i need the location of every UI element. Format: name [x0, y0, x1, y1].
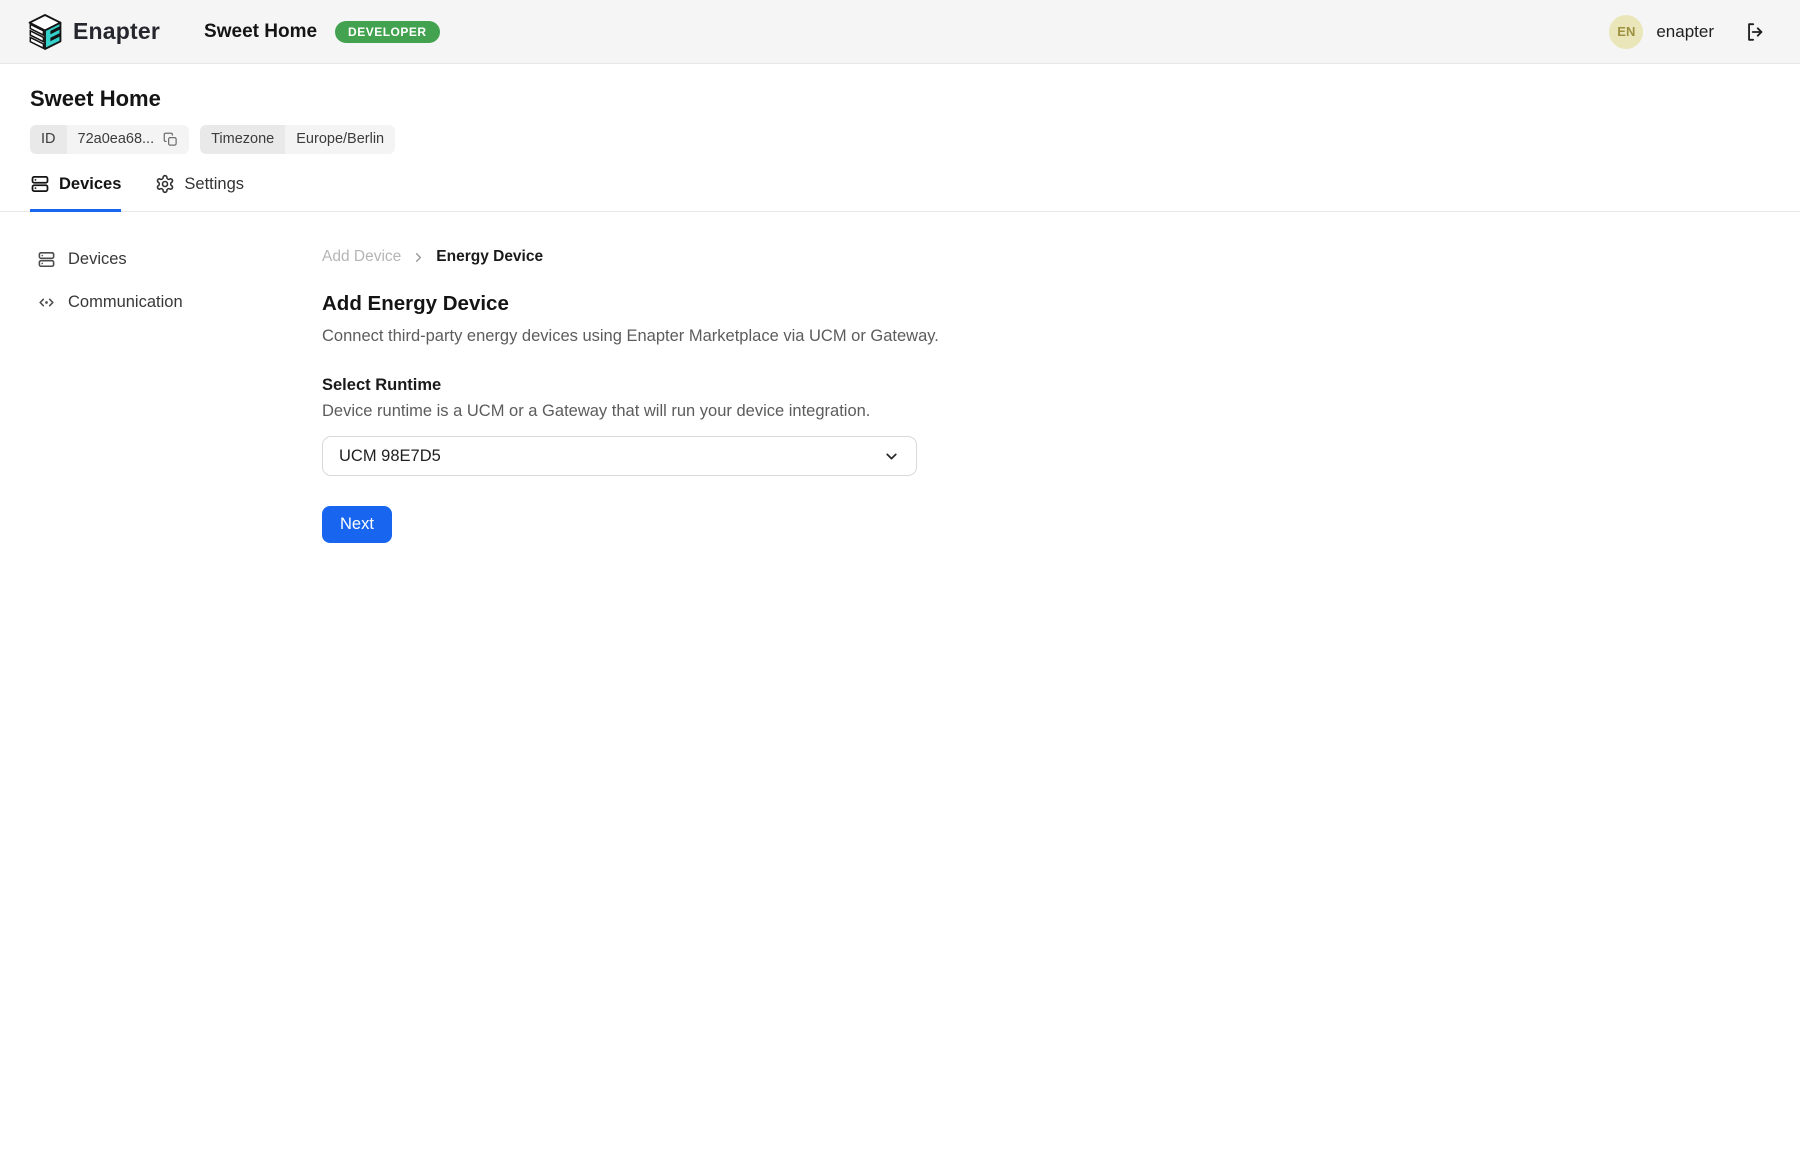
- top-header: Enapter Sweet Home DEVELOPER EN enapter: [0, 0, 1800, 64]
- runtime-field: Select Runtime Device runtime is a UCM o…: [322, 376, 1800, 476]
- runtime-field-help: Device runtime is a UCM or a Gateway tha…: [322, 402, 1800, 421]
- top-header-right: EN enapter: [1609, 15, 1768, 49]
- site-id-chip-label: ID: [30, 125, 67, 154]
- enapter-logo[interactable]: Enapter: [28, 13, 160, 51]
- devices-stack-icon: [30, 174, 50, 194]
- sidebar-item-communication-label: Communication: [68, 293, 183, 312]
- site-id-chip-value: 72a0ea68...: [78, 132, 155, 147]
- logout-button[interactable]: [1742, 19, 1768, 45]
- site-id-chip-value-wrap: 72a0ea68...: [67, 125, 190, 154]
- page-title: Sweet Home: [30, 86, 1770, 112]
- chevron-down-icon: [883, 448, 900, 465]
- timezone-chip-value: Europe/Berlin: [285, 125, 395, 154]
- sidebar-item-communication[interactable]: Communication: [37, 293, 322, 312]
- tab-settings-label: Settings: [184, 175, 244, 194]
- code-icon: [37, 293, 56, 312]
- add-energy-device-description: Connect third-party energy devices using…: [322, 327, 1800, 346]
- tab-settings[interactable]: Settings: [155, 174, 244, 212]
- brand-name: Enapter: [73, 18, 160, 45]
- copy-icon: [163, 132, 178, 147]
- user-avatar[interactable]: EN: [1609, 15, 1643, 49]
- runtime-field-label: Select Runtime: [322, 376, 1800, 395]
- page-body: Devices Communication Add Device Energy …: [0, 212, 1800, 543]
- top-header-left: Enapter Sweet Home DEVELOPER: [28, 13, 440, 51]
- runtime-select-value: UCM 98E7D5: [339, 447, 441, 466]
- site-id-chip: ID 72a0ea68...: [30, 125, 189, 154]
- logout-icon: [1744, 21, 1766, 43]
- enapter-logo-icon: [28, 13, 62, 51]
- breadcrumb: Add Device Energy Device: [322, 248, 1800, 266]
- copy-id-button[interactable]: [163, 132, 178, 147]
- runtime-select[interactable]: UCM 98E7D5: [322, 436, 917, 476]
- site-name: Sweet Home: [204, 21, 317, 43]
- sidebar: Devices Communication: [0, 212, 322, 336]
- add-energy-device-heading: Add Energy Device: [322, 292, 1800, 316]
- gear-icon: [155, 174, 175, 194]
- timezone-chip-label: Timezone: [200, 125, 285, 154]
- sidebar-item-devices[interactable]: Devices: [37, 250, 322, 269]
- next-button[interactable]: Next: [322, 506, 392, 543]
- breadcrumb-energy-device: Energy Device: [436, 248, 543, 266]
- main-content: Add Device Energy Device Add Energy Devi…: [322, 212, 1800, 543]
- username-label[interactable]: enapter: [1656, 22, 1714, 42]
- page-head: Sweet Home ID 72a0ea68... Timezone Europ…: [0, 64, 1800, 212]
- tab-devices[interactable]: Devices: [30, 174, 121, 212]
- sidebar-item-devices-label: Devices: [68, 250, 127, 269]
- devices-stack-icon: [37, 250, 56, 269]
- tab-bar: Devices Settings: [0, 174, 1800, 212]
- chevron-right-icon: [411, 250, 426, 265]
- site-meta-chips: ID 72a0ea68... Timezone Europe/Berlin: [30, 125, 1770, 154]
- developer-badge: DEVELOPER: [335, 21, 440, 43]
- tab-devices-label: Devices: [59, 175, 121, 194]
- breadcrumb-add-device[interactable]: Add Device: [322, 248, 401, 266]
- timezone-chip: Timezone Europe/Berlin: [200, 125, 395, 154]
